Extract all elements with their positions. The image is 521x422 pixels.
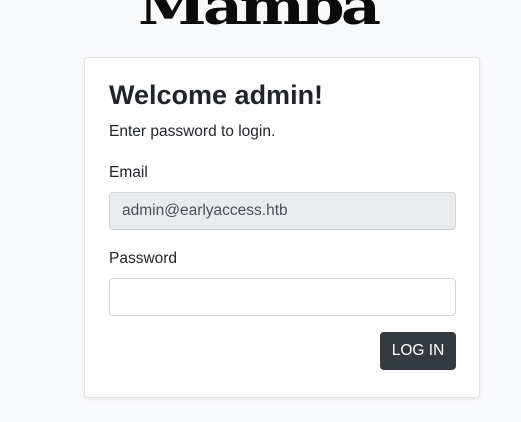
brand-logo: Mamba — [138, 0, 381, 36]
password-field[interactable] — [109, 278, 456, 316]
login-instructions: Enter password to login. — [109, 123, 276, 140]
login-card: Welcome admin! Enter password to login. … — [84, 57, 480, 398]
email-field[interactable] — [109, 192, 456, 230]
email-label: Email — [109, 164, 148, 181]
password-label: Password — [109, 250, 178, 267]
log-in-button[interactable]: LOG IN — [380, 332, 456, 370]
page-title: Welcome admin! — [109, 80, 324, 110]
